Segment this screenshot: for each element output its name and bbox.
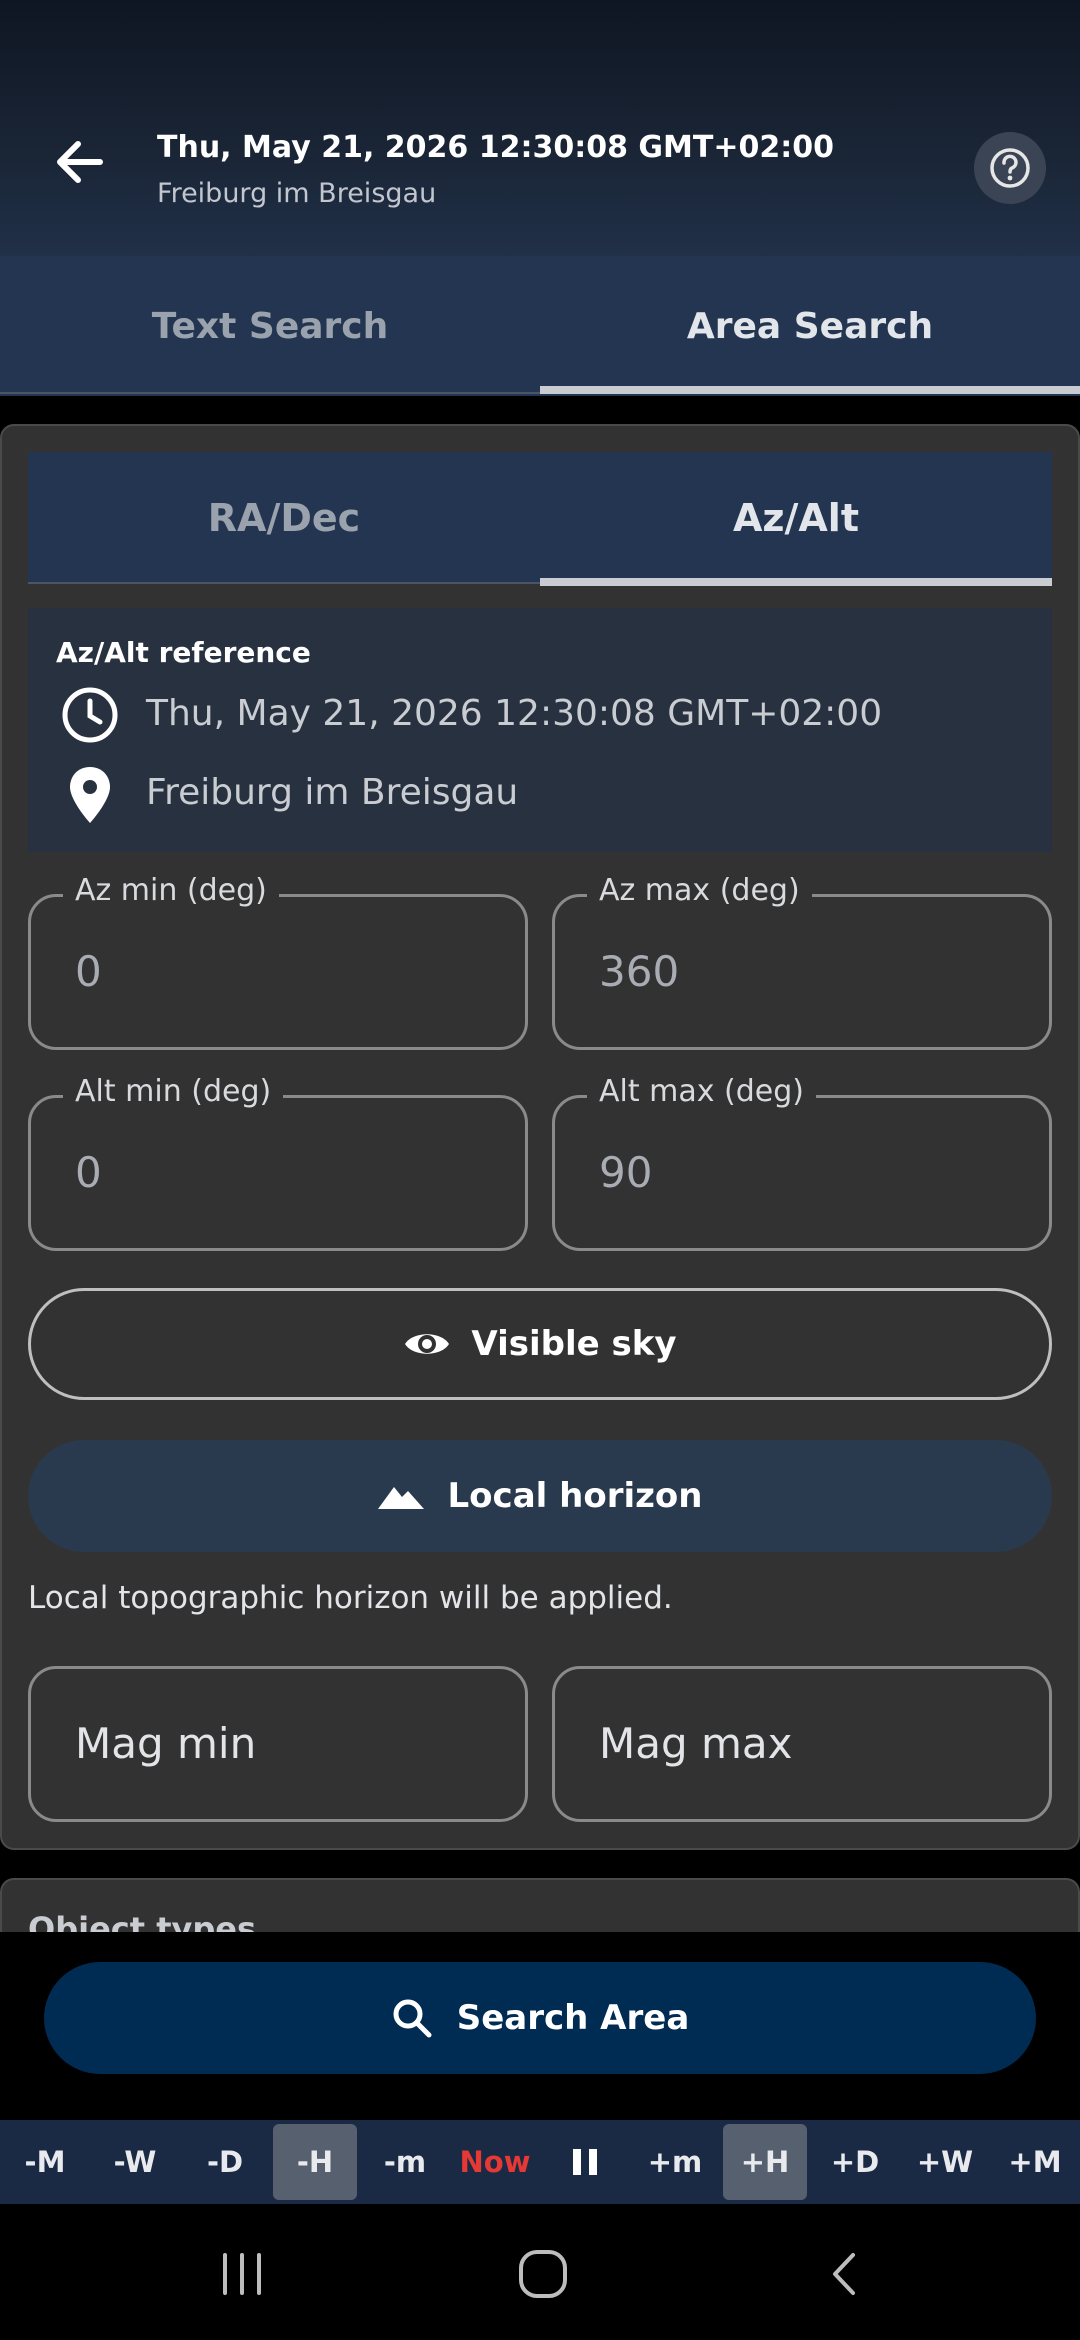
reference-time: Thu, May 21, 2026 12:30:08 GMT+02:00 — [146, 693, 883, 734]
arrow-left-icon — [57, 141, 103, 183]
time-pause[interactable] — [543, 2124, 627, 2200]
time-minus-month[interactable]: -M — [3, 2124, 87, 2200]
mag-min-field[interactable]: Mag min — [28, 1666, 528, 1822]
chevron-left-icon — [833, 2253, 855, 2295]
alt-max-label: Alt max (deg) — [587, 1074, 817, 1109]
mag-max-placeholder: Mag max — [599, 1719, 793, 1768]
mag-max-field[interactable]: Mag max — [552, 1666, 1052, 1822]
location-pin-icon — [58, 763, 122, 827]
alt-min-value: 0 — [75, 1148, 102, 1197]
az-max-label: Az max (deg) — [587, 873, 812, 908]
recents-icon — [223, 2253, 261, 2295]
az-min-label: Az min (deg) — [63, 873, 279, 908]
time-plus-minute[interactable]: +m — [633, 2124, 717, 2200]
time-plus-month[interactable]: +M — [993, 2124, 1077, 2200]
clock-icon — [58, 683, 122, 747]
time-minus-week[interactable]: -W — [93, 2124, 177, 2200]
search-tabs: Text Search Area Search — [0, 256, 1080, 396]
system-back-button[interactable] — [806, 2234, 886, 2314]
help-button[interactable] — [974, 132, 1046, 204]
help-circle-icon — [990, 148, 1030, 188]
time-control-bar: -M -W -D -H -m Now +m +H +D +W +M — [0, 2120, 1080, 2204]
az-max-field[interactable]: Az max (deg) 360 — [552, 873, 1052, 1050]
az-min-value: 0 — [75, 947, 102, 996]
az-max-value: 360 — [599, 947, 680, 996]
search-area-label: Search Area — [456, 1998, 690, 2038]
tab-ra-dec[interactable]: RA/Dec — [28, 452, 540, 584]
az-min-field[interactable]: Az min (deg) 0 — [28, 873, 528, 1050]
alt-min-label: Alt min (deg) — [63, 1074, 284, 1109]
coordinate-tabs: RA/Dec Az/Alt — [28, 452, 1052, 584]
local-horizon-label: Local horizon — [447, 1476, 703, 1516]
reference-location: Freiburg im Breisgau — [146, 772, 519, 813]
pause-icon — [573, 2149, 597, 2175]
recents-button[interactable] — [202, 2234, 282, 2314]
tab-divider — [0, 392, 540, 394]
header-location: Freiburg im Breisgau — [157, 178, 437, 209]
mountain-icon — [377, 1487, 424, 1509]
home-button[interactable] — [503, 2234, 583, 2314]
mag-min-placeholder: Mag min — [75, 1719, 257, 1768]
header-datetime: Thu, May 21, 2026 12:30:08 GMT+02:00 — [157, 130, 834, 165]
back-button[interactable] — [48, 130, 112, 194]
local-horizon-button[interactable]: Local horizon — [28, 1440, 1052, 1552]
search-icon — [393, 1999, 432, 2038]
reference-title: Az/Alt reference — [56, 636, 311, 669]
time-now[interactable]: Now — [453, 2124, 537, 2200]
time-minus-day[interactable]: -D — [183, 2124, 267, 2200]
alt-min-field[interactable]: Alt min (deg) 0 — [28, 1074, 528, 1251]
tab-text-search[interactable]: Text Search — [0, 256, 540, 396]
visible-sky-button[interactable]: Visible sky — [28, 1288, 1052, 1400]
tab-area-search[interactable]: Area Search — [540, 256, 1080, 396]
subtab-indicator — [540, 578, 1052, 586]
time-plus-day[interactable]: +D — [813, 2124, 897, 2200]
eye-icon — [405, 1334, 450, 1354]
subtab-divider — [28, 582, 540, 584]
time-minus-hour[interactable]: -H — [273, 2124, 357, 2200]
system-nav-bar — [0, 2204, 1080, 2340]
app-header: Thu, May 21, 2026 12:30:08 GMT+02:00 Fre… — [0, 0, 1080, 256]
search-area-button[interactable]: Search Area — [44, 1962, 1036, 2074]
horizon-note: Local topographic horizon will be applie… — [28, 1580, 673, 1616]
time-plus-week[interactable]: +W — [903, 2124, 987, 2200]
home-icon — [519, 2250, 567, 2298]
time-minus-minute[interactable]: -m — [363, 2124, 447, 2200]
visible-sky-label: Visible sky — [471, 1324, 677, 1364]
tab-indicator — [540, 386, 1080, 394]
time-plus-hour[interactable]: +H — [723, 2124, 807, 2200]
tab-az-alt[interactable]: Az/Alt — [540, 452, 1052, 584]
alt-max-field[interactable]: Alt max (deg) 90 — [552, 1074, 1052, 1251]
alt-max-value: 90 — [599, 1148, 653, 1197]
